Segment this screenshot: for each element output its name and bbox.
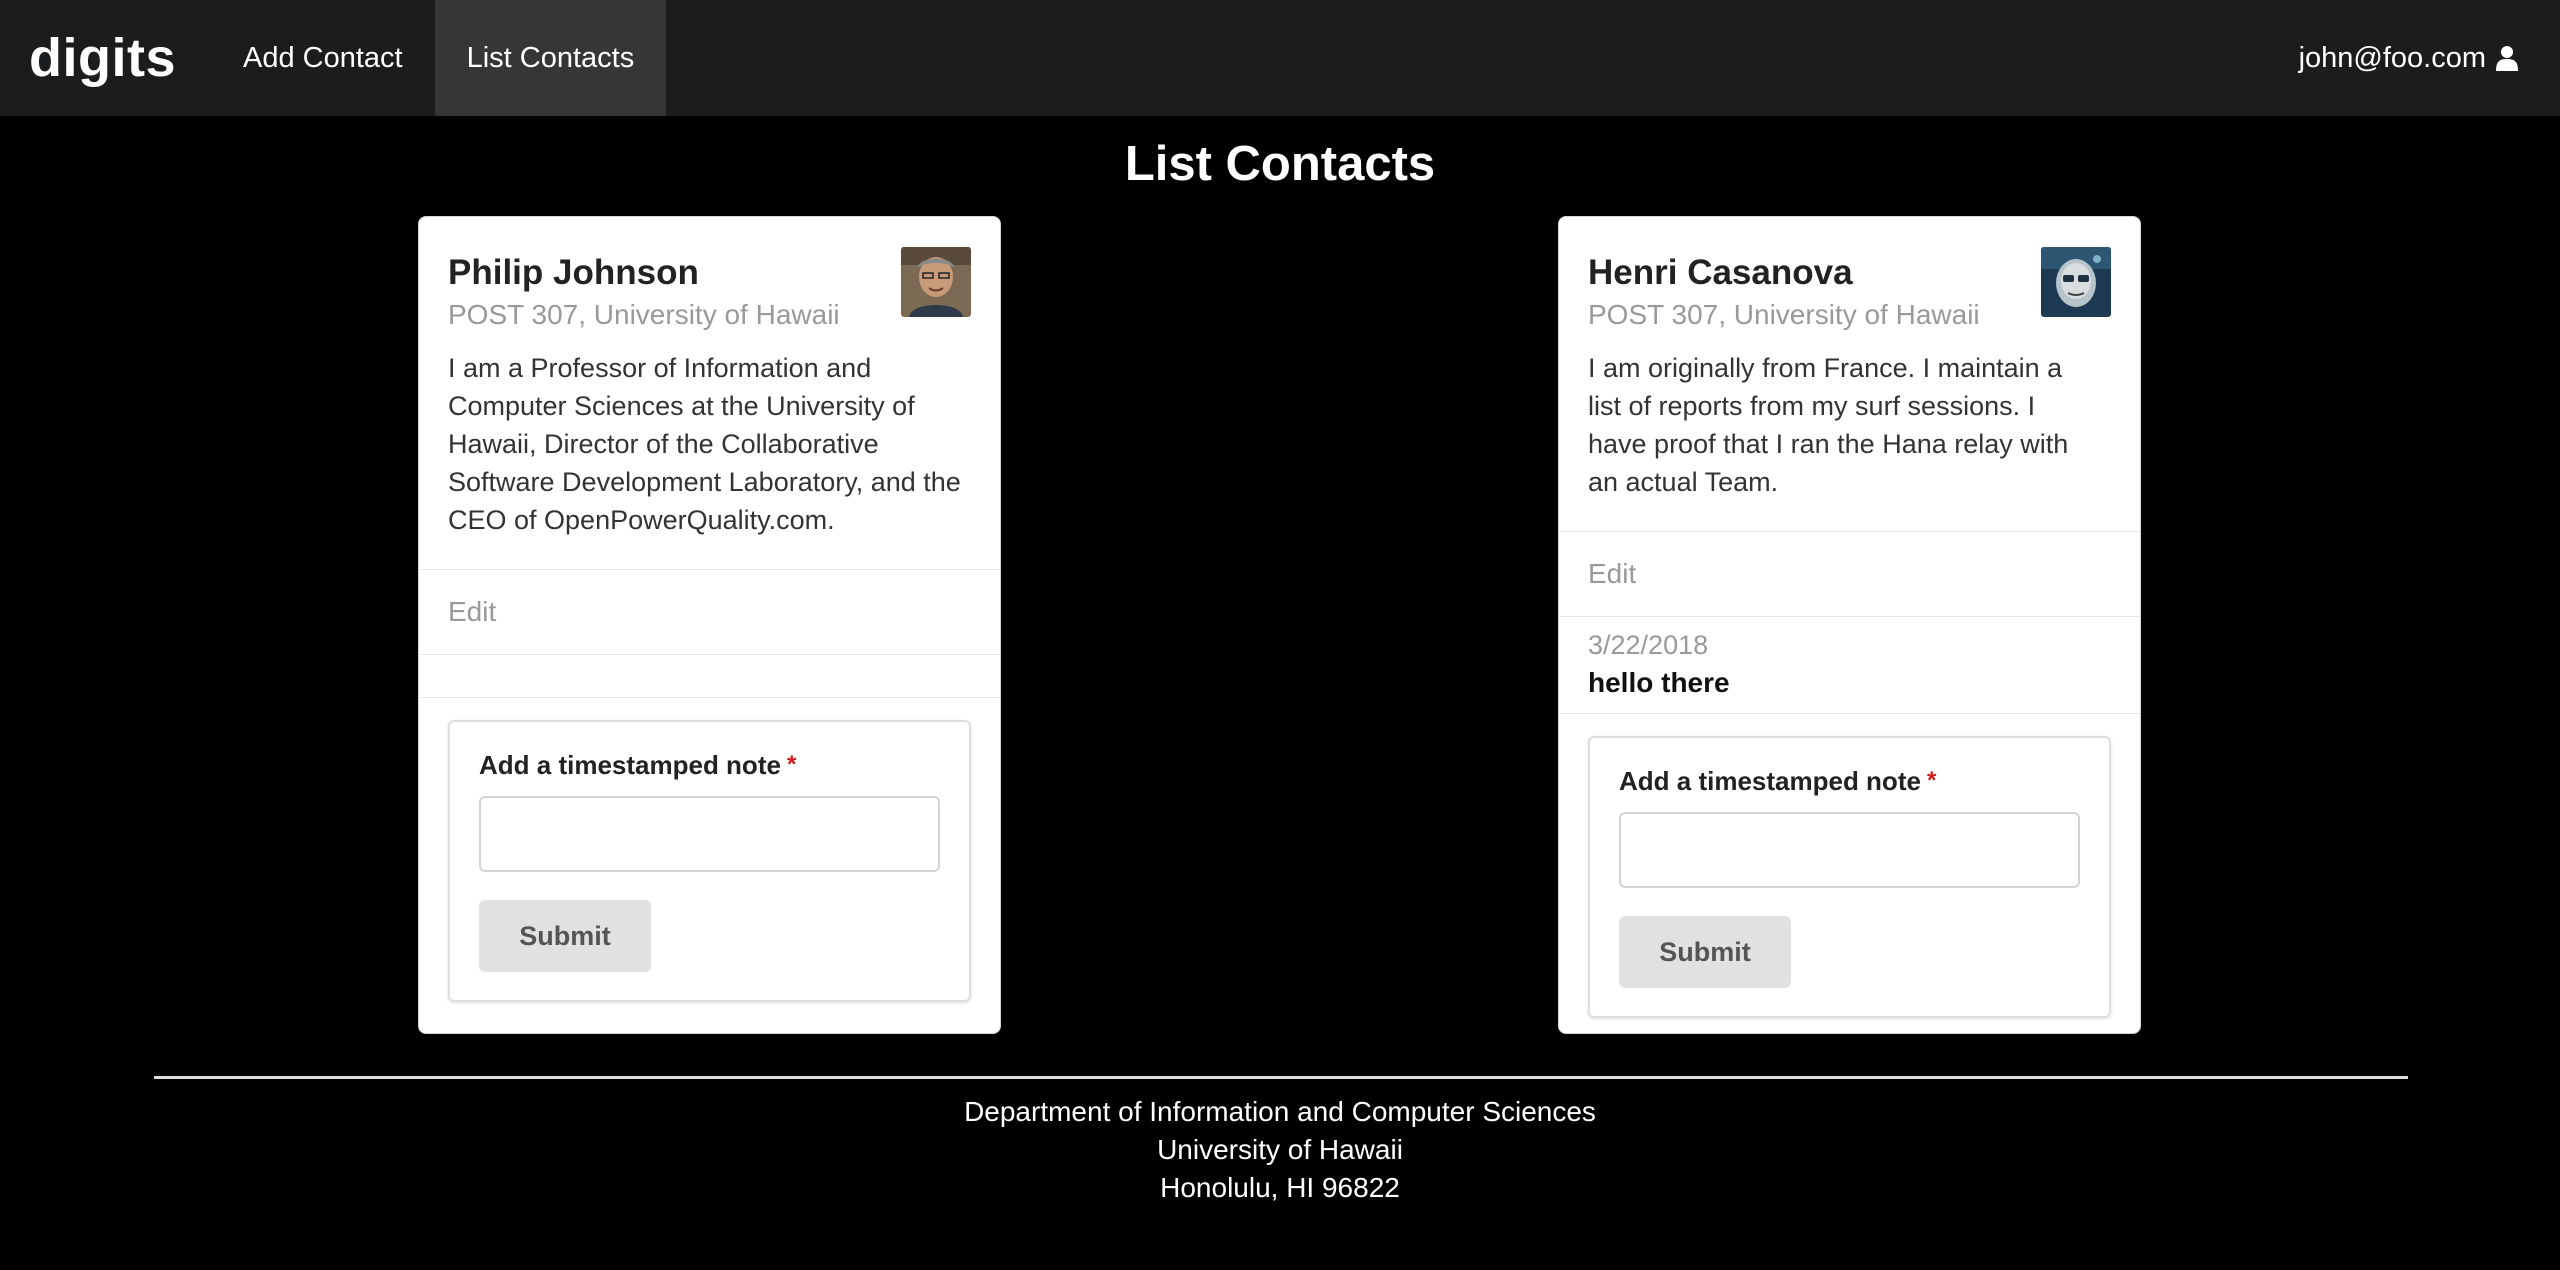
note-input[interactable] <box>1619 812 2080 888</box>
note-form-section: Add a timestamped note * Submit <box>1559 713 2140 1018</box>
brand-logo[interactable]: digits <box>0 0 211 116</box>
note-form-section: Add a timestamped note * Submit <box>419 697 1000 1002</box>
submit-button[interactable]: Submit <box>1619 916 1791 988</box>
avatar <box>901 247 971 317</box>
edit-link[interactable]: Edit <box>1559 531 2140 616</box>
note-field-label: Add a timestamped note * <box>1619 764 2080 798</box>
footer: Department of Information and Computer S… <box>0 1093 2560 1207</box>
note-field-label-text: Add a timestamped note <box>479 750 781 780</box>
user-email: john@foo.com <box>2298 41 2486 74</box>
footer-university: University of Hawaii <box>1157 1134 1403 1165</box>
page-title: List Contacts <box>1124 137 1436 191</box>
top-menu: digits Add Contact List Contacts john@fo… <box>0 0 2560 116</box>
add-note-form: Add a timestamped note * Submit <box>1588 736 2111 1018</box>
edit-link[interactable]: Edit <box>419 569 1000 654</box>
contact-address: POST 307, University of Hawaii <box>1588 299 1980 330</box>
contact-name: Philip Johnson <box>448 253 699 292</box>
contact-cards: Philip Johnson POST 307, University of H… <box>0 216 2560 1036</box>
user-dropdown[interactable]: john@foo.com <box>2279 0 2560 116</box>
contact-address: POST 307, University of Hawaii <box>448 299 840 330</box>
submit-button[interactable]: Submit <box>479 900 651 972</box>
contact-card: Henri Casanova POST 307, University of H… <box>1558 216 2141 1034</box>
user-icon <box>2496 45 2518 71</box>
footer-address: Honolulu, HI 96822 <box>1160 1172 1400 1203</box>
required-mark: * <box>786 751 797 778</box>
footer-divider <box>154 1076 2408 1079</box>
required-mark: * <box>1926 767 1937 794</box>
contact-description: I am originally from France. I maintain … <box>1588 353 2069 497</box>
note-field-label: Add a timestamped note * <box>479 748 940 782</box>
nav-add-contact[interactable]: Add Contact <box>211 0 435 116</box>
card-content: Henri Casanova POST 307, University of H… <box>1559 217 2140 531</box>
notes-feed <box>419 654 1000 697</box>
contact-description: I am a Professor of Information and Comp… <box>448 353 961 535</box>
contact-name: Henri Casanova <box>1588 253 1853 292</box>
note-text: hello there <box>1588 667 1730 698</box>
add-note-form: Add a timestamped note * Submit <box>448 720 971 1002</box>
avatar <box>2041 247 2111 317</box>
note-field-label-text: Add a timestamped note <box>1619 766 1921 796</box>
note-date: 3/22/2018 <box>1588 630 1709 660</box>
card-content: Philip Johnson POST 307, University of H… <box>419 217 1000 569</box>
footer-department: Department of Information and Computer S… <box>964 1096 1596 1127</box>
contact-card: Philip Johnson POST 307, University of H… <box>418 216 1001 1034</box>
note-item: 3/22/2018 hello there <box>1559 616 2140 713</box>
note-input[interactable] <box>479 796 940 872</box>
nav-list-contacts[interactable]: List Contacts <box>434 0 667 116</box>
